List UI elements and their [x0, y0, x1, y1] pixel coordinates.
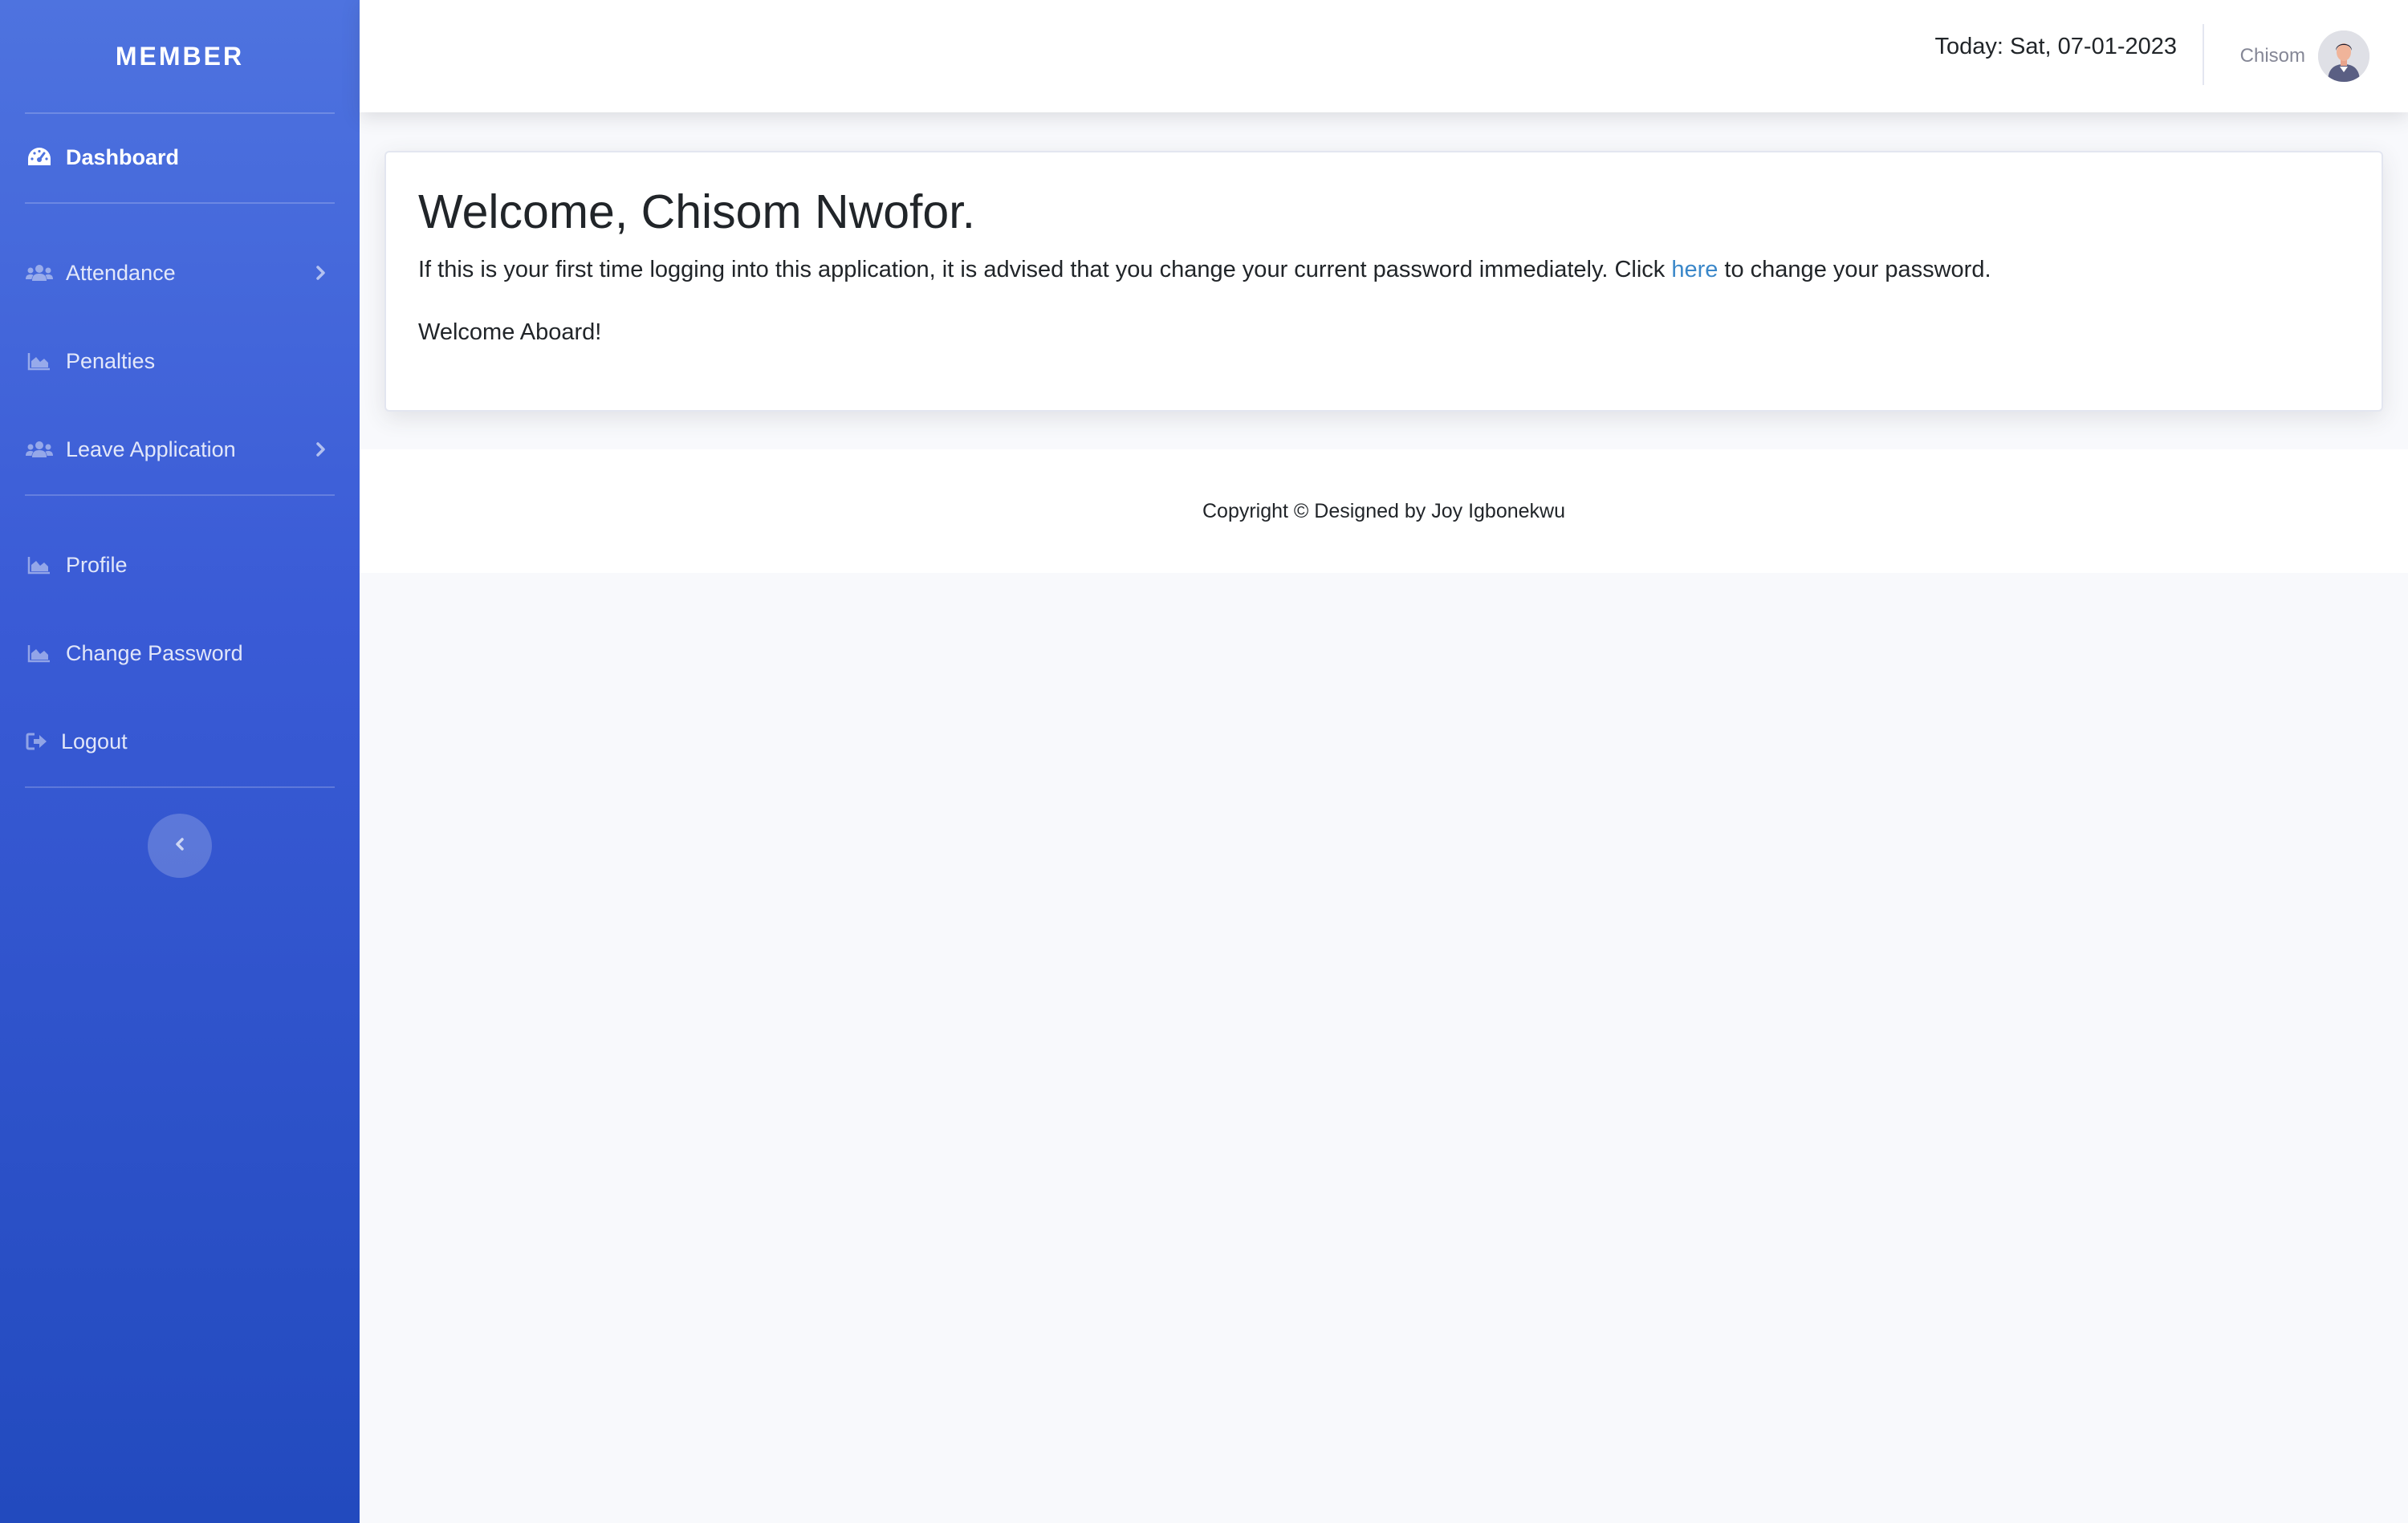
welcome-title: Welcome, Chisom Nwofor. — [418, 185, 975, 238]
sidebar-item-label: Profile — [66, 552, 128, 577]
sidebar-divider — [25, 202, 335, 204]
sidebar-item-attendance[interactable]: Attendance — [0, 237, 360, 309]
user-name[interactable]: Chisom — [2240, 45, 2305, 67]
sidebar-divider — [25, 494, 335, 496]
sidebar-item-label: Leave Application — [66, 437, 236, 461]
chart-area-icon — [26, 553, 53, 577]
sidebar: MEMBER Dashboard Attendance Penalties Le… — [0, 0, 360, 1523]
sidebar-item-leave-application[interactable]: Leave Application — [0, 413, 360, 485]
sidebar-divider — [25, 786, 335, 788]
sidebar-item-label: Penalties — [66, 348, 156, 373]
advice-text-end: to change your password. — [1718, 257, 1991, 282]
topbar-divider — [2203, 24, 2204, 85]
chevron-left-icon — [172, 835, 188, 858]
chevron-right-icon — [313, 263, 329, 282]
sidebar-toggle-button[interactable] — [148, 814, 212, 878]
sidebar-item-label: Dashboard — [66, 144, 180, 169]
tachometer-icon — [26, 145, 53, 169]
topbar: Today: Sat, 07-01-2023 Chisom — [360, 0, 2408, 112]
sidebar-item-profile[interactable]: Profile — [0, 529, 360, 601]
sidebar-item-dashboard[interactable]: Dashboard — [0, 121, 360, 193]
user-avatar[interactable] — [2318, 30, 2369, 82]
sidebar-item-label: Attendance — [66, 260, 176, 285]
footer: Copyright © Designed by Joy Igbonekwu — [360, 449, 2408, 573]
brand-title[interactable]: MEMBER — [0, 0, 360, 112]
today-date: Today: Sat, 07-01-2023 — [1934, 34, 2177, 59]
welcome-card: Welcome, Chisom Nwofor. If this is your … — [384, 151, 2383, 412]
sidebar-item-label: Change Password — [66, 640, 243, 665]
change-password-link[interactable]: here — [1671, 257, 1718, 282]
sidebar-item-change-password[interactable]: Change Password — [0, 617, 360, 689]
sidebar-item-logout[interactable]: Logout — [0, 705, 360, 778]
sidebar-divider — [25, 112, 335, 114]
password-advice-text: If this is your first time logging into … — [418, 257, 1991, 283]
advice-text-start: If this is your first time logging into … — [418, 257, 1672, 282]
users-icon — [26, 261, 53, 285]
chevron-right-icon — [313, 440, 329, 459]
chart-area-icon — [26, 349, 53, 373]
sidebar-item-penalties[interactable]: Penalties — [0, 325, 360, 397]
chart-area-icon — [26, 641, 53, 665]
sign-out-icon — [26, 729, 48, 753]
users-icon — [26, 437, 53, 461]
sidebar-item-label: Logout — [61, 729, 128, 753]
welcome-aboard-text: Welcome Aboard! — [418, 319, 602, 345]
copyright-text: Copyright © Designed by Joy Igbonekwu — [1202, 499, 1565, 522]
